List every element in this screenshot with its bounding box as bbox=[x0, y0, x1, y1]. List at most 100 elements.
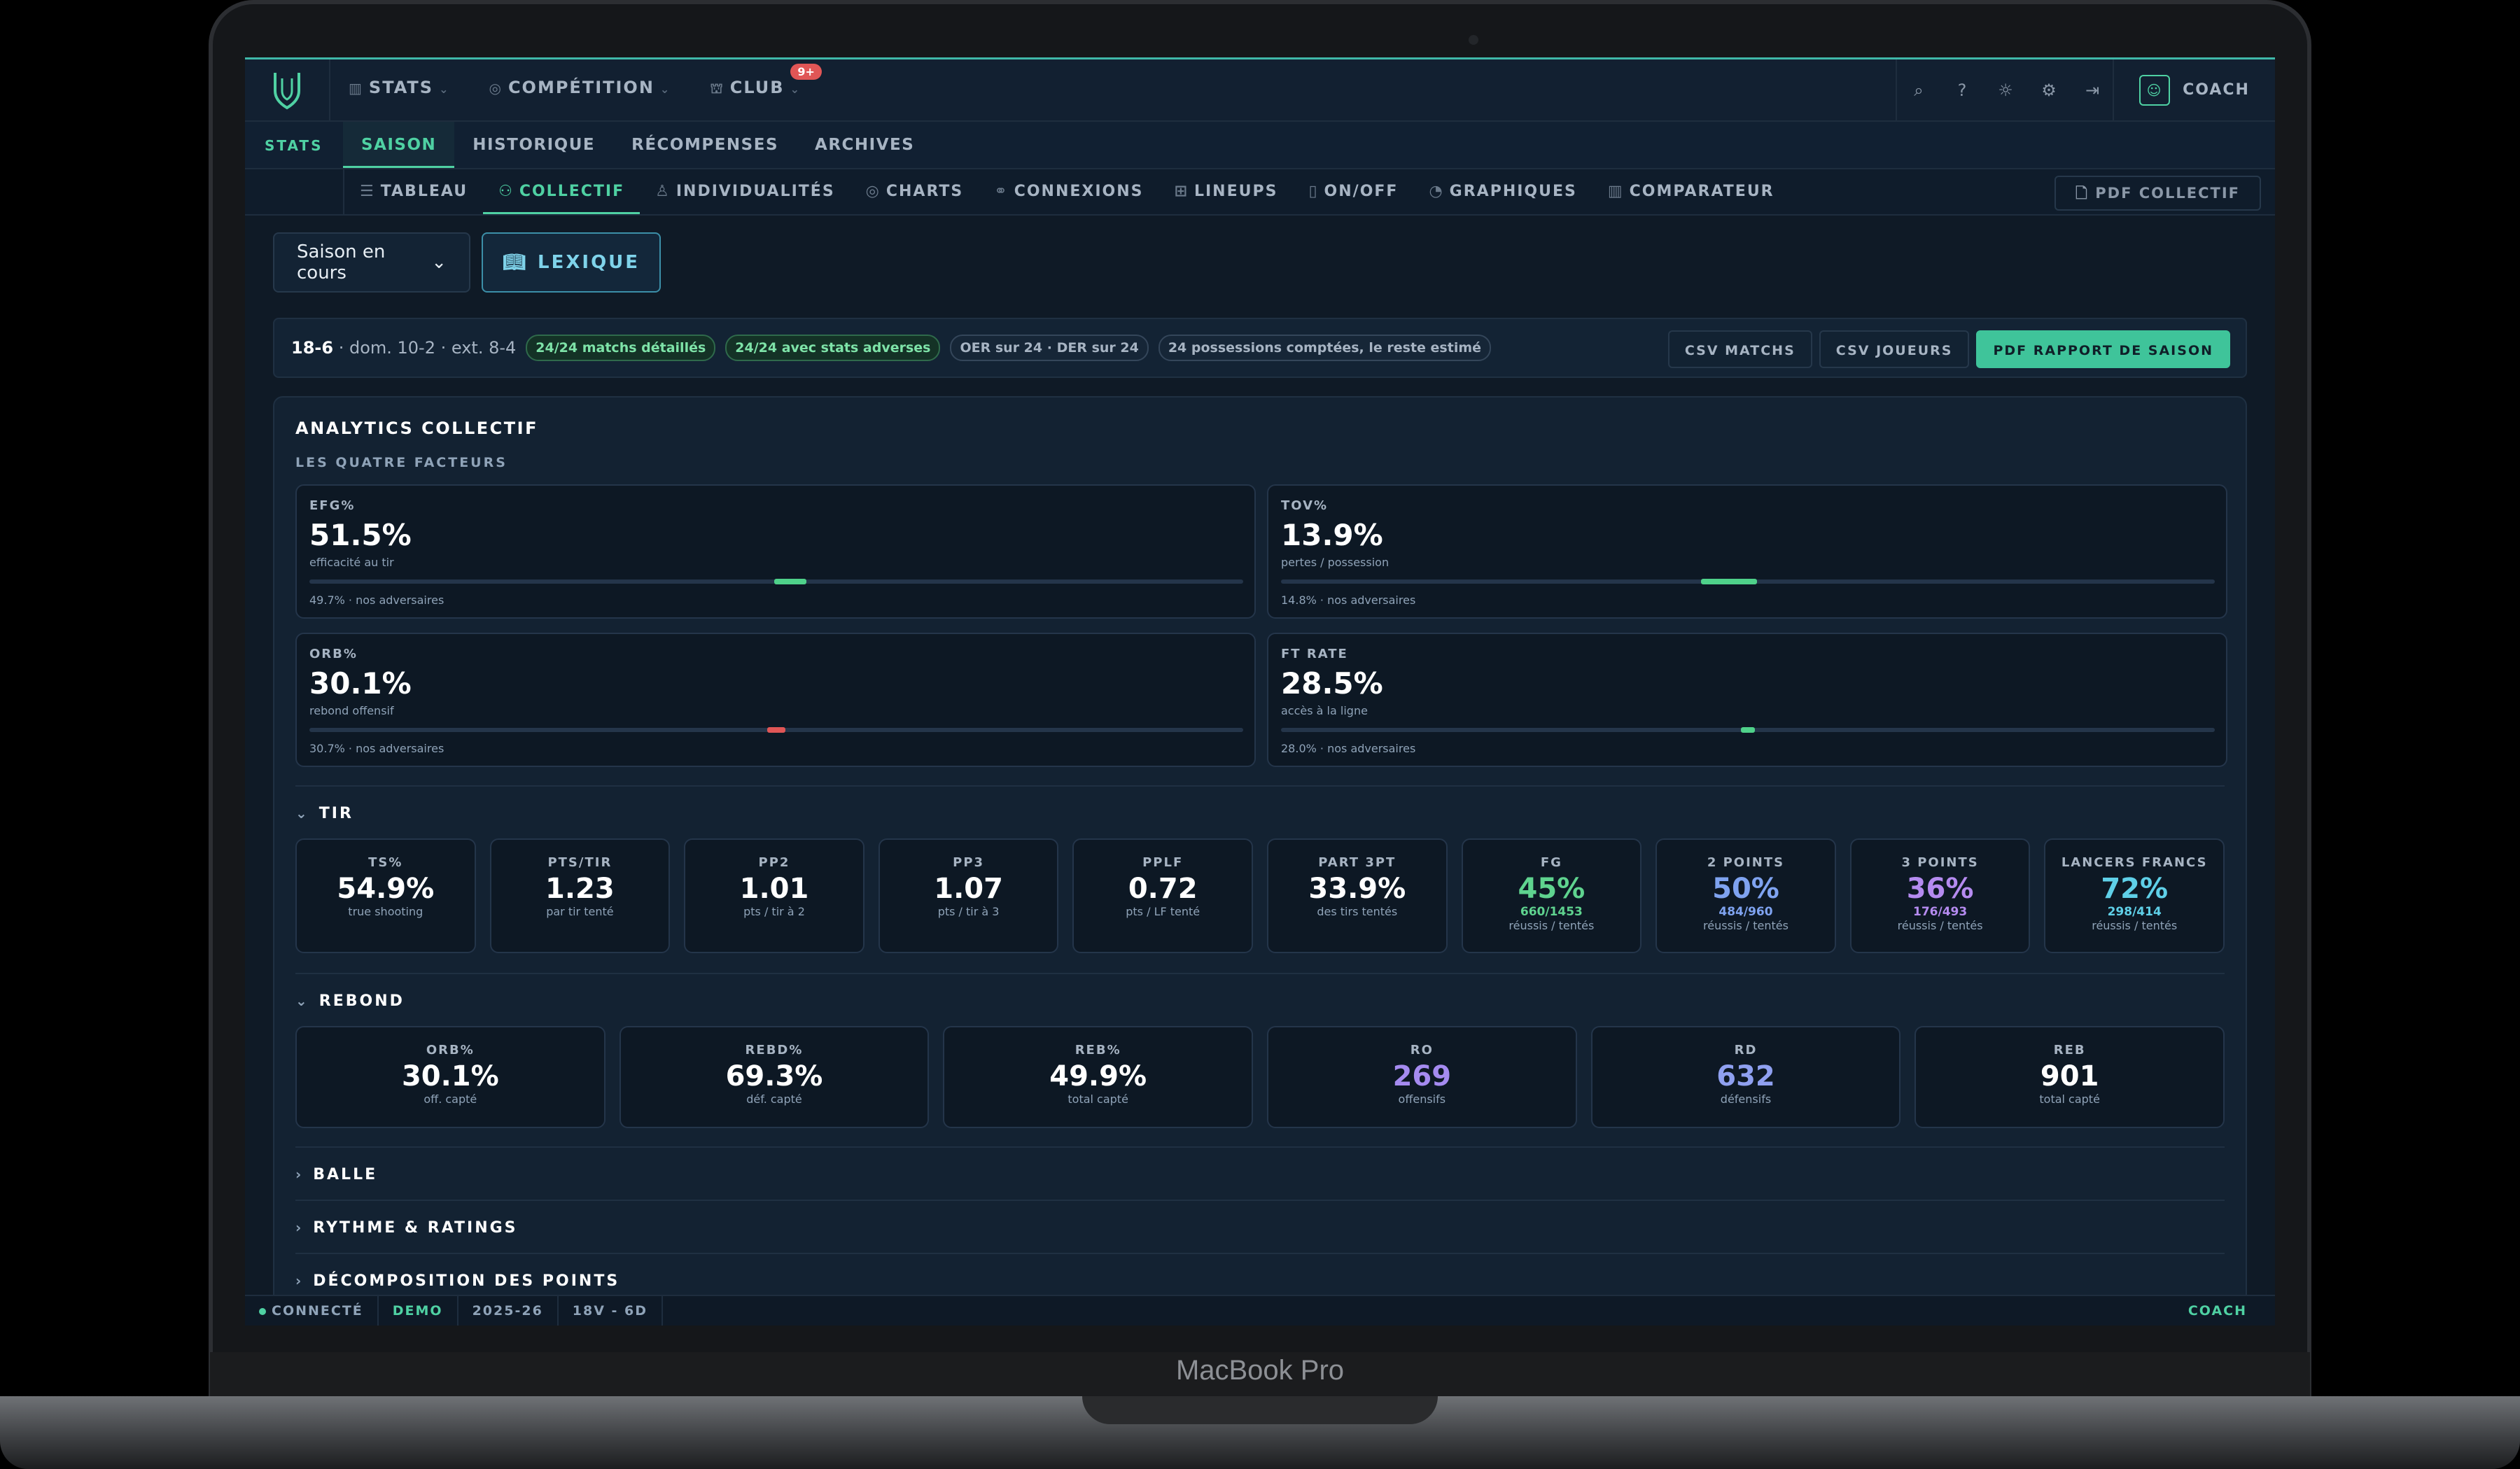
pdf-collectif-button[interactable]: 🗋 PDF COLLECTIF bbox=[2054, 176, 2261, 211]
chevron-down-icon: ⌄ bbox=[431, 252, 447, 273]
section-decomposition[interactable]: › DÉCOMPOSITION DES POINTS bbox=[295, 1272, 620, 1290]
csv-matchs-button[interactable]: CSV MATCHS bbox=[1667, 330, 1812, 368]
sun-icon[interactable]: ☼ bbox=[1984, 59, 2027, 120]
tab-charts[interactable]: ◎ CHARTS bbox=[850, 169, 979, 214]
section-rebond[interactable]: ⌄ REBOND bbox=[295, 992, 405, 1010]
section-rythme[interactable]: › RYTHME & RATINGS bbox=[295, 1219, 518, 1237]
stat-card: REB% 49.9% total capté bbox=[943, 1026, 1253, 1128]
stat-subtitle: total capté bbox=[1068, 1092, 1128, 1106]
csv-joueurs-button[interactable]: CSV JOUEURS bbox=[1819, 330, 1970, 368]
stat-fraction: 660/1453 bbox=[1520, 905, 1583, 919]
logout-icon[interactable]: ⇥ bbox=[2071, 59, 2114, 120]
stat-card: PTS/TIR 1.23 par tir tenté bbox=[489, 838, 671, 953]
tab-onoff[interactable]: ▯ ON/OFF bbox=[1293, 169, 1413, 214]
stat-label: PTS/TIR bbox=[547, 855, 612, 870]
season-select-value: Saison en cours bbox=[297, 241, 386, 283]
status-dot-icon bbox=[259, 1308, 266, 1315]
controls: Saison en cours ⌄ 📖︎ LEXIQUE bbox=[273, 232, 662, 293]
stat-label: TS% bbox=[368, 855, 403, 870]
stat-card: PPLF 0.72 pts / LF tenté bbox=[1072, 838, 1253, 953]
stat-subtitle: total capté bbox=[2039, 1092, 2100, 1106]
stat-card: 3 POINTS 36% 176/493 réussis / tentés bbox=[1849, 838, 2031, 953]
pie-chart-icon: ◔ bbox=[1429, 183, 1444, 200]
stat-label: LANCERS FRANCS bbox=[2061, 855, 2208, 870]
stat-label: REB bbox=[2053, 1043, 2086, 1057]
team-icon: ⚇ bbox=[498, 183, 514, 200]
section-tir[interactable]: ⌄ TIR bbox=[295, 805, 354, 822]
pdf-rapport-button[interactable]: PDF RAPPORT DE SAISON bbox=[1976, 330, 2230, 368]
stat-subtitle: déf. capté bbox=[746, 1092, 802, 1106]
tab-label: CONNEXIONS bbox=[1014, 183, 1144, 200]
tab-collectif[interactable]: ⚇ COLLECTIF bbox=[483, 169, 640, 214]
factor-opponent: 49.7% · nos adversaires bbox=[309, 593, 444, 607]
section-label: RYTHME & RATINGS bbox=[313, 1219, 518, 1237]
nav-competition[interactable]: ◎ COMPÉTITION ⌄ bbox=[489, 78, 671, 99]
stat-label: PP2 bbox=[758, 855, 790, 870]
stat-value: 269 bbox=[1392, 1060, 1452, 1092]
stat-subtitle: défensifs bbox=[1720, 1092, 1772, 1106]
tab-recompenses[interactable]: RÉCOMPENSES bbox=[613, 122, 797, 168]
book-icon: 📖︎ bbox=[503, 252, 528, 273]
stat-label: REB% bbox=[1074, 1043, 1121, 1057]
gear-icon[interactable]: ⚙ bbox=[2027, 59, 2071, 120]
tab-graphiques[interactable]: ◔ GRAPHIQUES bbox=[1413, 169, 1592, 214]
stat-card: REBD% 69.3% déf. capté bbox=[619, 1026, 930, 1128]
stat-value: 54.9% bbox=[337, 873, 435, 905]
stat-card: RO 269 offensifs bbox=[1267, 1026, 1577, 1128]
factor-opponent: 30.7% · nos adversaires bbox=[309, 742, 444, 755]
tab-comparateur[interactable]: ▥ COMPARATEUR bbox=[1592, 169, 1790, 214]
stat-subtitle: true shooting bbox=[348, 905, 424, 918]
factor-label: EFG% bbox=[309, 498, 356, 513]
search-icon[interactable]: ⌕ bbox=[1897, 59, 1940, 120]
tab-saison[interactable]: SAISON bbox=[343, 122, 455, 168]
factor-card: ORB% 30.1% rebond offensif 30.7% · nos adve… bbox=[295, 633, 1256, 767]
tab-individualites[interactable]: ♙ INDIVIDUALITÉS bbox=[640, 169, 850, 214]
factor-label: ORB% bbox=[309, 647, 358, 661]
page-title: ANALYTICS COLLECTIF bbox=[295, 419, 538, 438]
chevron-down-icon: ⌄ bbox=[659, 83, 671, 96]
factor-value: 51.5% bbox=[309, 518, 412, 552]
stat-label: RO bbox=[1410, 1043, 1434, 1057]
stat-card: FG 45% 660/1453 réussis / tentés bbox=[1461, 838, 1642, 953]
stat-value: 33.9% bbox=[1308, 873, 1406, 905]
file-icon: 🗋 bbox=[2076, 185, 2096, 202]
stat-card: 2 POINTS 50% 484/960 réussis / tentés bbox=[1656, 838, 1836, 953]
stat-subtitle: offensifs bbox=[1398, 1092, 1446, 1106]
view-tabs: ☰ TABLEAU ⚇ COLLECTIF ♙ INDIVIDUALITÉS ◎ CHA… bbox=[343, 169, 1790, 214]
user-status: COACH bbox=[2188, 1303, 2247, 1319]
nav-club[interactable]: ⛫ CLUB ⌄ 9+ bbox=[710, 64, 822, 99]
stat-value: 30.1% bbox=[401, 1060, 499, 1092]
user-menu[interactable]: ☺ COACH bbox=[2113, 59, 2275, 120]
stat-subtitle: par tir tenté bbox=[546, 905, 614, 918]
divider bbox=[295, 1146, 2225, 1148]
help-icon[interactable]: ? bbox=[1940, 59, 1984, 120]
factor-value: 13.9% bbox=[1281, 518, 1383, 552]
stat-card: PART 3PT 33.9% des tirs tentés bbox=[1267, 838, 1448, 953]
nav-competition-label: COMPÉTITION bbox=[507, 78, 654, 97]
tab-label: COMPARATEUR bbox=[1629, 183, 1774, 200]
app-screen: ▥ STATS ⌄ ◎ COMPÉTITION ⌄ ⛫ CLUB ⌄ 9+ ⌕ ? ☼ ⚙ ⇥… bbox=[245, 57, 2275, 1326]
tab-historique[interactable]: HISTORIQUE bbox=[454, 122, 613, 168]
lexique-button[interactable]: 📖︎ LEXIQUE bbox=[482, 232, 662, 293]
user-icon: ♙ bbox=[655, 183, 671, 200]
section-tir-label: TIR bbox=[318, 805, 354, 822]
connection-status: CONNECTÉ bbox=[245, 1296, 379, 1326]
stat-value: 49.9% bbox=[1049, 1060, 1147, 1092]
tab-tableau[interactable]: ☰ TABLEAU bbox=[344, 169, 483, 214]
tab-label: ON/OFF bbox=[1324, 183, 1399, 200]
section-balle[interactable]: › BALLE bbox=[295, 1166, 377, 1183]
target-icon: ◎ bbox=[489, 80, 503, 97]
tab-connexions[interactable]: ⚭ CONNEXIONS bbox=[979, 169, 1158, 214]
app-logo-icon[interactable] bbox=[245, 59, 330, 120]
season-select[interactable]: Saison en cours ⌄ bbox=[273, 232, 470, 293]
tab-lineups[interactable]: ⊞ LINEUPS bbox=[1159, 169, 1294, 214]
tab-archives[interactable]: ARCHIVES bbox=[797, 122, 932, 168]
stat-value: 1.23 bbox=[545, 873, 615, 905]
nav-stats[interactable]: ▥ STATS ⌄ bbox=[349, 78, 449, 99]
nav-club-label: CLUB bbox=[729, 78, 785, 97]
lexique-label: LEXIQUE bbox=[538, 252, 640, 273]
user-label: COACH bbox=[2183, 81, 2250, 99]
connection-status-label: CONNECTÉ bbox=[272, 1303, 363, 1319]
season-record: 18-6 · dom. 10-2 · ext. 8-4 bbox=[291, 338, 516, 358]
stat-value: 0.72 bbox=[1128, 873, 1198, 905]
